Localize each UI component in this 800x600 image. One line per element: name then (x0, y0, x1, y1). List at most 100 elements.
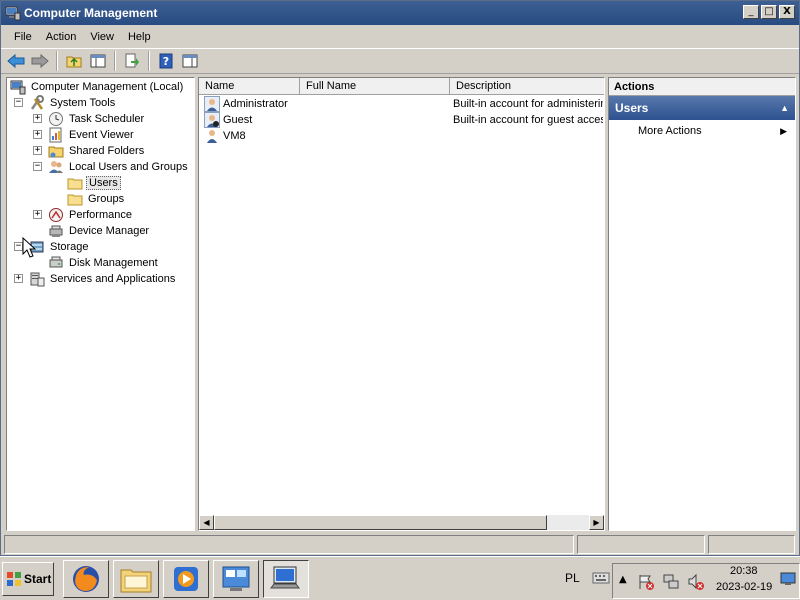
menu-bar: File Action View Help (1, 27, 799, 47)
expand-toggle[interactable]: + (33, 210, 42, 219)
title-bar[interactable]: Computer Management _ □ X (1, 1, 799, 25)
tree-label: Device Manager (69, 225, 150, 237)
tree-label: Disk Management (69, 257, 158, 269)
taskbar-app-media-player[interactable] (163, 560, 209, 598)
forward-button[interactable] (29, 50, 51, 72)
scrollbar-thumb[interactable] (214, 515, 547, 530)
performance-icon (49, 208, 63, 222)
collapse-up-icon[interactable]: ▲ (780, 96, 789, 120)
tree-item-disk-management[interactable]: Disk Management (48, 255, 160, 271)
start-button[interactable]: Start (2, 562, 54, 596)
toolbar-separator (148, 51, 150, 71)
show-hide-action-pane-button[interactable] (179, 50, 201, 72)
tree-label: Computer Management (Local) (31, 81, 184, 93)
tree-item-groups[interactable]: Groups (67, 191, 126, 207)
network-icon[interactable] (662, 573, 680, 591)
menu-file[interactable]: File (7, 31, 39, 43)
expand-toggle[interactable]: + (14, 274, 23, 283)
tree-item-services-and-applications[interactable]: Services and Applications (29, 271, 177, 287)
expand-toggle[interactable]: + (33, 130, 42, 139)
show-hide-console-tree-button[interactable] (87, 50, 109, 72)
user-icon (204, 96, 220, 112)
file-explorer-icon (120, 569, 152, 593)
tree-item-shared-folders[interactable]: Shared Folders (48, 143, 146, 159)
column-header-name[interactable]: Name (199, 78, 300, 95)
tree-item-users[interactable]: Users (67, 175, 121, 191)
list-cell-name: VM8 (223, 130, 246, 142)
tree-label: Task Scheduler (69, 113, 145, 125)
show-desktop-icon[interactable] (780, 572, 796, 586)
tree-item-performance[interactable]: Performance (48, 207, 134, 223)
column-header-description[interactable]: Description (450, 78, 604, 95)
shared-folder-icon (48, 146, 64, 158)
list-item[interactable]: Administrator Built-in account for admin… (199, 96, 604, 112)
tree-item-system-tools[interactable]: System Tools (29, 95, 117, 111)
taskbar-app-computer-management[interactable] (263, 560, 309, 598)
tree-item-event-viewer[interactable]: Event Viewer (48, 127, 136, 143)
tree-label: Users (86, 176, 121, 190)
firefox-icon (73, 566, 99, 592)
actions-section-title: Users (615, 101, 649, 115)
console-tree[interactable]: Computer Management (Local) − System Too… (6, 77, 195, 531)
user-icon (204, 112, 220, 128)
actions-pane: Actions Users ▲ More Actions ▶ (608, 77, 796, 531)
collapse-toggle[interactable]: − (33, 162, 42, 171)
action-center-flag-icon[interactable] (637, 573, 655, 591)
status-cell (4, 535, 574, 554)
tree-item-local-users-and-groups[interactable]: Local Users and Groups (48, 159, 190, 175)
column-header-full-name[interactable]: Full Name (300, 78, 450, 95)
show-hidden-icons-icon[interactable]: ▲ (619, 574, 627, 585)
toolbar-separator (56, 51, 58, 71)
taskbar-app-file-explorer[interactable] (113, 560, 159, 598)
expand-toggle[interactable]: + (33, 114, 42, 123)
minimize-button[interactable]: _ (743, 5, 759, 19)
menu-action[interactable]: Action (39, 31, 84, 43)
tree-item-storage[interactable]: Storage (29, 239, 91, 255)
list-cell-description: Built-in account for guest access... (453, 114, 603, 126)
language-indicator[interactable]: PL (565, 571, 580, 585)
toolbar: ? (1, 48, 799, 74)
up-one-level-button[interactable] (63, 50, 85, 72)
list-header: Name Full Name Description (199, 78, 604, 95)
control-panel-icon (222, 566, 250, 591)
status-cell (708, 535, 795, 554)
computer-management-window: Computer Management _ □ X File Action Vi… (0, 0, 800, 556)
actions-section-users[interactable]: Users ▲ (609, 96, 795, 120)
mouse-cursor-icon (22, 237, 36, 258)
scroll-left-button[interactable]: ◀ (199, 515, 214, 530)
scroll-right-button[interactable]: ▶ (589, 515, 604, 530)
export-list-button[interactable] (121, 50, 143, 72)
back-button[interactable] (5, 50, 27, 72)
maximize-button[interactable]: □ (761, 5, 777, 19)
more-actions-item[interactable]: More Actions ▶ (609, 120, 795, 142)
list-item[interactable]: Guest Built-in account for guest access.… (199, 112, 604, 128)
computer-management-icon (10, 80, 26, 95)
menu-view[interactable]: View (83, 31, 121, 43)
clock-date[interactable]: 2023-02-19 (716, 581, 772, 593)
clock-time[interactable]: 20:38 (730, 565, 758, 577)
tree-item-device-manager[interactable]: Device Manager (48, 223, 151, 239)
collapse-toggle[interactable]: − (14, 98, 23, 107)
show-hide-console-tree-icon (90, 54, 106, 68)
list-item[interactable]: VM8 (199, 128, 604, 144)
computer-management-icon (5, 6, 21, 21)
taskbar-app-firefox[interactable] (63, 560, 109, 598)
help-button[interactable]: ? (155, 50, 177, 72)
taskbar-app-control-panel[interactable] (213, 560, 259, 598)
show-hide-action-pane-icon (182, 54, 198, 68)
horizontal-scrollbar[interactable]: ◀ ▶ (199, 515, 604, 530)
expand-toggle[interactable]: + (33, 146, 42, 155)
close-button[interactable]: X (779, 5, 795, 19)
users-list-view[interactable]: Name Full Name Description Administrator… (198, 77, 605, 531)
tree-item-computer-management[interactable]: Computer Management (Local) (10, 79, 185, 95)
tree-label: Storage (50, 241, 89, 253)
up-folder-icon (66, 56, 82, 68)
media-player-icon (174, 567, 198, 591)
tree-label: System Tools (50, 97, 116, 109)
chevron-left-icon: ◀ (203, 518, 210, 527)
keyboard-icon[interactable] (592, 571, 610, 585)
tree-item-task-scheduler[interactable]: Task Scheduler (48, 111, 146, 127)
volume-muted-icon[interactable] (687, 573, 705, 591)
menu-help[interactable]: Help (121, 31, 158, 43)
tree-label: Event Viewer (69, 129, 134, 141)
